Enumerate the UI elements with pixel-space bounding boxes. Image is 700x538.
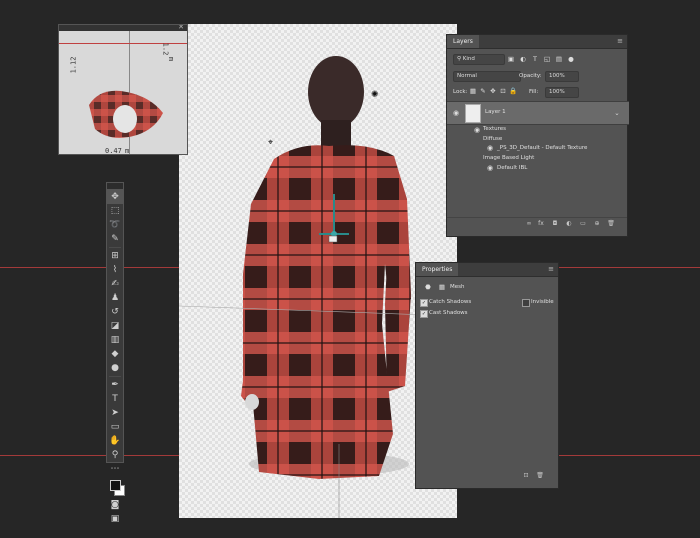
- light-target-icon[interactable]: ⌖: [268, 138, 273, 148]
- path-select-tool-icon[interactable]: ➤: [107, 406, 123, 420]
- blur-tool-icon[interactable]: ◆: [107, 347, 123, 361]
- toolbar-divider: [109, 376, 121, 377]
- layer-row-layer-1[interactable]: ◉ Layer 1 ⌄: [447, 101, 629, 125]
- adjustment-layer-icon[interactable]: ◐: [565, 220, 573, 228]
- panel-menu-icon[interactable]: ≡: [548, 263, 554, 276]
- cast-shadows-label: Cast Shadows: [429, 310, 468, 316]
- layers-footer: ∞ fx ◘ ◐ ▭ ⊕ 🗑: [447, 217, 627, 230]
- catch-shadows-checkbox[interactable]: ✓: [420, 299, 428, 307]
- filter-shape-icon[interactable]: ◱: [543, 55, 551, 63]
- eraser-tool-icon[interactable]: ◪: [107, 319, 123, 333]
- cast-shadows-row[interactable]: ✓ Cast Shadows: [416, 307, 560, 319]
- layers-panel: Layers ≡ ⚲ Kind ▣ ◐ T ◱ ▤ ● Normal Opaci…: [446, 34, 629, 237]
- toolbar-divider: [109, 247, 121, 248]
- sub-item-image-based-light[interactable]: Image Based Light: [483, 155, 534, 161]
- quick-select-tool-icon[interactable]: ✎: [107, 232, 123, 246]
- sub-item-diffuse[interactable]: Diffuse: [483, 136, 502, 142]
- mesh-type-icon[interactable]: ▦: [438, 283, 446, 291]
- quick-mask-icon[interactable]: ◙: [107, 498, 123, 512]
- search-icon: ⚲: [457, 56, 462, 62]
- filter-type-icon[interactable]: T: [531, 55, 539, 63]
- sub-item-default-ibl[interactable]: Default IBL: [497, 165, 527, 171]
- dodge-tool-icon[interactable]: ●: [107, 361, 123, 375]
- layer-name[interactable]: Layer 1: [485, 109, 506, 115]
- type-tool-icon[interactable]: T: [107, 392, 123, 406]
- lock-paint-icon[interactable]: ✎: [479, 87, 487, 95]
- mini-model-preview: [89, 90, 163, 138]
- eyedropper-tool-icon[interactable]: ⌇: [107, 263, 123, 277]
- lock-all-icon[interactable]: 🔒: [509, 87, 517, 95]
- invisible-checkbox[interactable]: [522, 299, 530, 307]
- pen-tool-icon[interactable]: ✒: [107, 378, 123, 392]
- opacity-input[interactable]: 100%: [545, 71, 579, 82]
- filter-pixel-icon[interactable]: ▣: [507, 55, 515, 63]
- layer-options-icon[interactable]: ⌄: [613, 109, 621, 117]
- more-tools-icon[interactable]: ⋯: [107, 462, 123, 476]
- sub-item-default-texture[interactable]: _PS_3D_Default - Default Texture: [497, 145, 587, 151]
- lock-transparent-icon[interactable]: ▦: [469, 87, 477, 95]
- texture-eye-icon[interactable]: ◉: [487, 144, 495, 152]
- fx-icon[interactable]: fx: [537, 220, 545, 228]
- foreground-color-swatch[interactable]: [110, 480, 121, 491]
- tab-layers[interactable]: Layers: [447, 35, 479, 48]
- ibl-light-icon[interactable]: ✺: [371, 90, 379, 100]
- filter-toggle-icon[interactable]: ●: [567, 55, 575, 63]
- filter-adjust-icon[interactable]: ◐: [519, 55, 527, 63]
- new-group-icon[interactable]: ▭: [579, 220, 587, 228]
- textures-eye-icon[interactable]: ◉: [474, 126, 482, 134]
- crop-tool-icon[interactable]: ⊞: [107, 249, 123, 263]
- brush-tool-icon[interactable]: ✍: [107, 277, 123, 291]
- fill-label: Fill:: [529, 89, 539, 95]
- filter-kind-label: Kind: [462, 56, 475, 62]
- new-layer-icon[interactable]: ⊕: [593, 220, 601, 228]
- mesh-section-icon[interactable]: ⬣: [424, 283, 432, 291]
- mesh-section-label: Mesh: [450, 284, 465, 290]
- link-layers-icon[interactable]: ∞: [525, 220, 533, 228]
- stamp-tool-icon[interactable]: ♟: [107, 291, 123, 305]
- sub-item-textures[interactable]: Textures: [483, 126, 506, 132]
- properties-tabbar: Properties ≡: [416, 263, 558, 277]
- toolbar-grip[interactable]: [107, 183, 123, 190]
- ibl-eye-icon[interactable]: ◉: [487, 164, 495, 172]
- filter-smart-icon[interactable]: ▤: [555, 55, 563, 63]
- lasso-tool-icon[interactable]: ➰: [107, 218, 123, 232]
- layer-thumbnail: [465, 104, 481, 123]
- properties-footer: ⊡ 🗑: [416, 470, 558, 482]
- panel-menu-icon[interactable]: ≡: [617, 35, 623, 48]
- fill-input[interactable]: 100%: [545, 87, 579, 98]
- 3d-secondary-view[interactable]: ✕ 1.12 1.2 m 0.47 m: [58, 24, 188, 155]
- gradient-tool-icon[interactable]: ▥: [107, 333, 123, 347]
- filter-kind-select[interactable]: ⚲ Kind: [453, 54, 505, 65]
- visibility-eye-icon[interactable]: ◉: [453, 109, 461, 117]
- opacity-label: Opacity:: [519, 73, 542, 79]
- delete-icon[interactable]: 🗑: [536, 472, 544, 480]
- tab-properties[interactable]: Properties: [416, 263, 459, 276]
- layers-tabbar: Layers ≡: [447, 35, 627, 49]
- properties-panel: Properties ≡ ⬣ ▦ Mesh ✓ Catch Shadows In…: [415, 262, 559, 489]
- lock-label: Lock:: [453, 89, 468, 95]
- tools-panel: ✥ ⬚ ➰ ✎ ⊞ ⌇ ✍ ♟ ↺ ◪ ▥ ◆ ● ✒ T ➤ ▭ ✋ ⚲ ⋯ …: [106, 182, 125, 524]
- screen-mode-icon[interactable]: ▣: [107, 512, 123, 526]
- add-mask-icon[interactable]: ◘: [551, 220, 559, 228]
- shape-tool-icon[interactable]: ▭: [107, 420, 123, 434]
- delete-layer-icon[interactable]: 🗑: [607, 220, 615, 228]
- history-brush-icon[interactable]: ↺: [107, 305, 123, 319]
- color-swatches[interactable]: [107, 476, 125, 498]
- lock-position-icon[interactable]: ✥: [489, 87, 497, 95]
- move-tool-icon[interactable]: ✥: [107, 190, 123, 204]
- clip-to-layer-icon[interactable]: ⊡: [522, 472, 530, 480]
- cast-shadows-checkbox[interactable]: ✓: [420, 310, 428, 318]
- hand-tool-icon[interactable]: ✋: [107, 434, 123, 448]
- blend-mode-select[interactable]: Normal: [453, 71, 521, 82]
- marquee-tool-icon[interactable]: ⬚: [107, 204, 123, 218]
- lock-artboard-icon[interactable]: ⊡: [499, 87, 507, 95]
- zoom-tool-icon[interactable]: ⚲: [107, 448, 123, 462]
